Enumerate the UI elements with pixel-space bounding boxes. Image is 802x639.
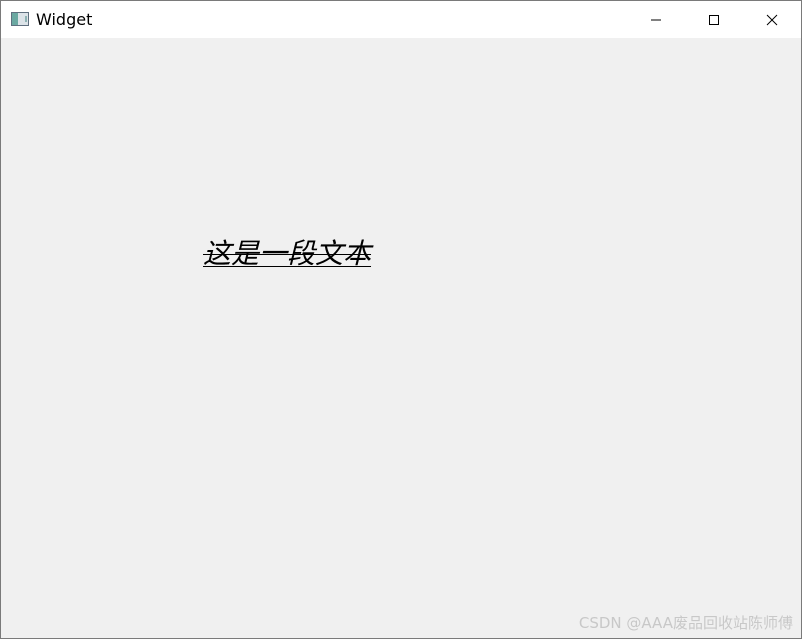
app-icon bbox=[11, 12, 29, 26]
title-bar[interactable]: Widget bbox=[1, 1, 801, 38]
styled-text-label: 这是一段文本 bbox=[203, 237, 372, 270]
watermark-text: CSDN @AAA废品回收站陈师傅 bbox=[578, 614, 793, 632]
maximize-icon bbox=[708, 14, 720, 26]
minimize-icon bbox=[650, 14, 662, 26]
window-title: Widget bbox=[36, 10, 93, 29]
minimize-button[interactable] bbox=[627, 1, 685, 38]
close-button[interactable] bbox=[743, 1, 801, 38]
widget-window: Widget 这是一段文本 CSDN @AAA废品回收站陈师傅 bbox=[0, 0, 802, 639]
close-icon bbox=[766, 14, 778, 26]
maximize-button[interactable] bbox=[685, 1, 743, 38]
widget-client-area: 这是一段文本 CSDN @AAA废品回收站陈师傅 bbox=[1, 38, 801, 638]
